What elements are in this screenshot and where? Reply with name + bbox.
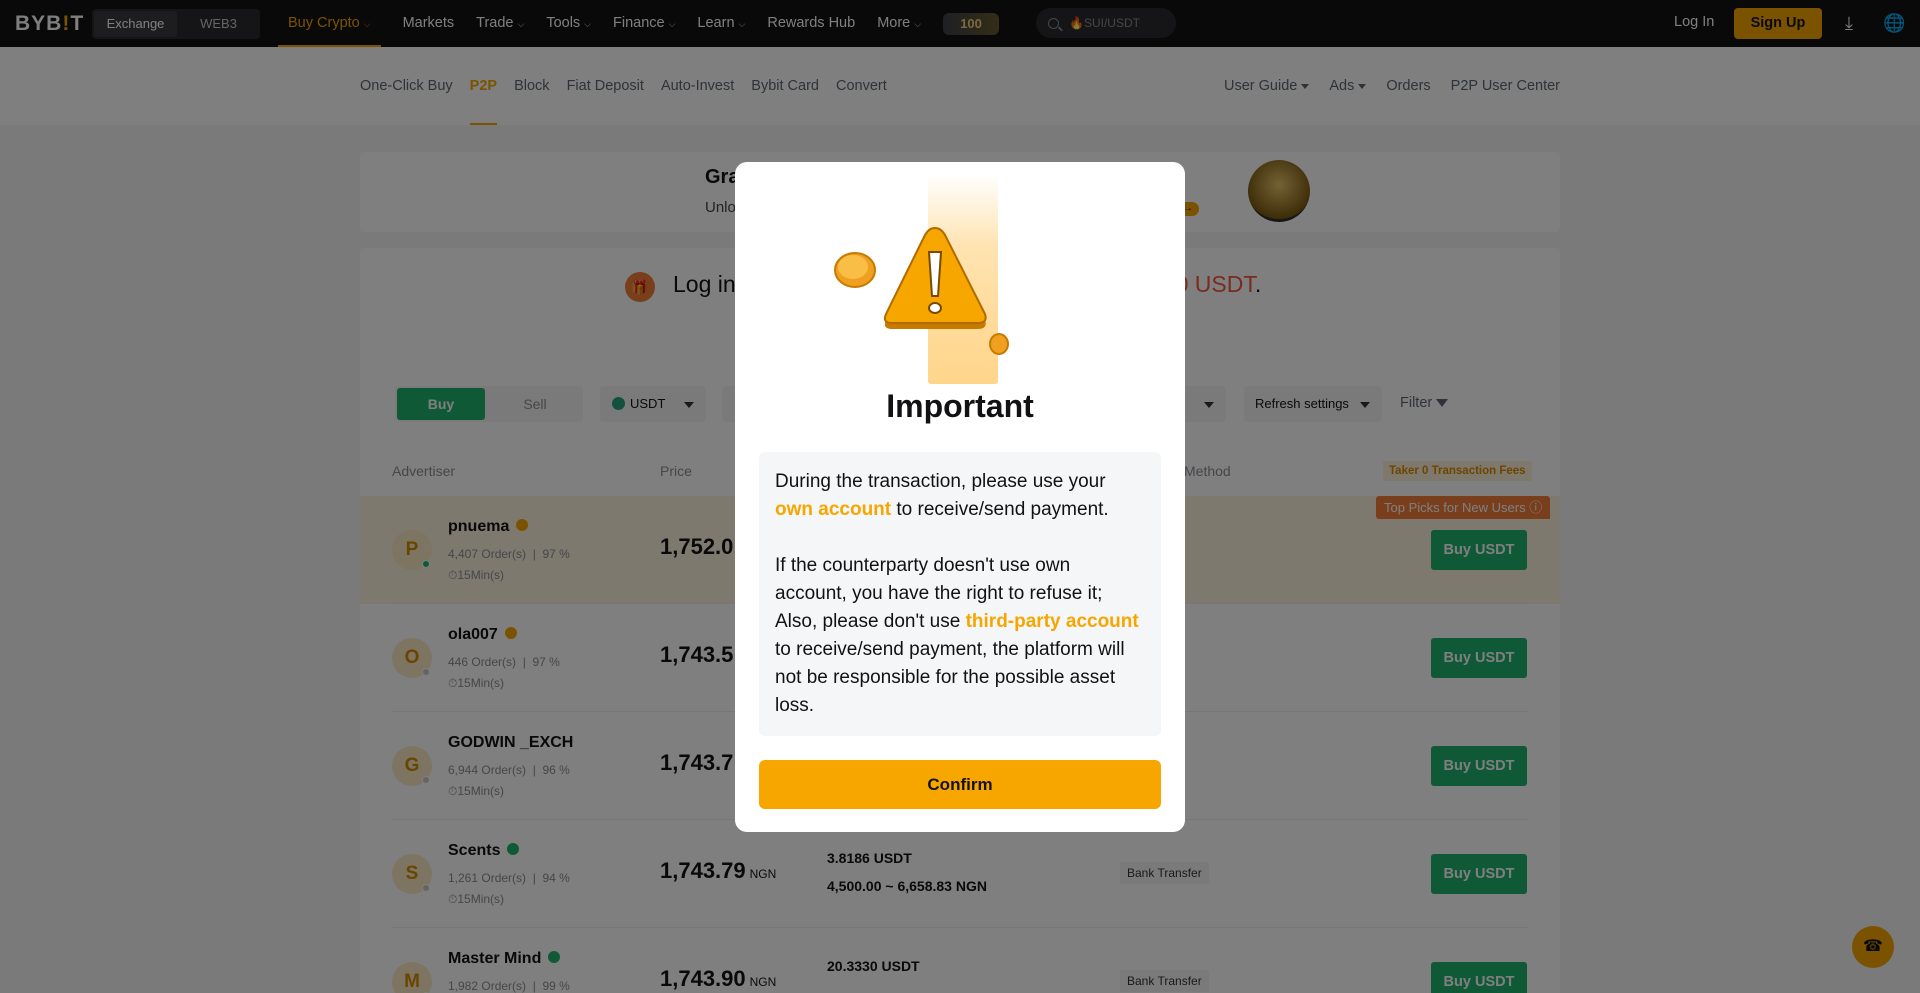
important-modal: Important During the transaction, please…: [735, 162, 1185, 832]
modal-title: Important: [886, 388, 1034, 424]
modal-paragraph-2: If the counterparty doesn't use own acco…: [775, 555, 1139, 716]
modal-message: During the transaction, please use your …: [759, 452, 1161, 736]
confirm-button[interactable]: Confirm: [759, 760, 1161, 809]
warning-icon: [834, 226, 1009, 355]
modal-paragraph-1: During the transaction, please use your …: [775, 471, 1109, 520]
